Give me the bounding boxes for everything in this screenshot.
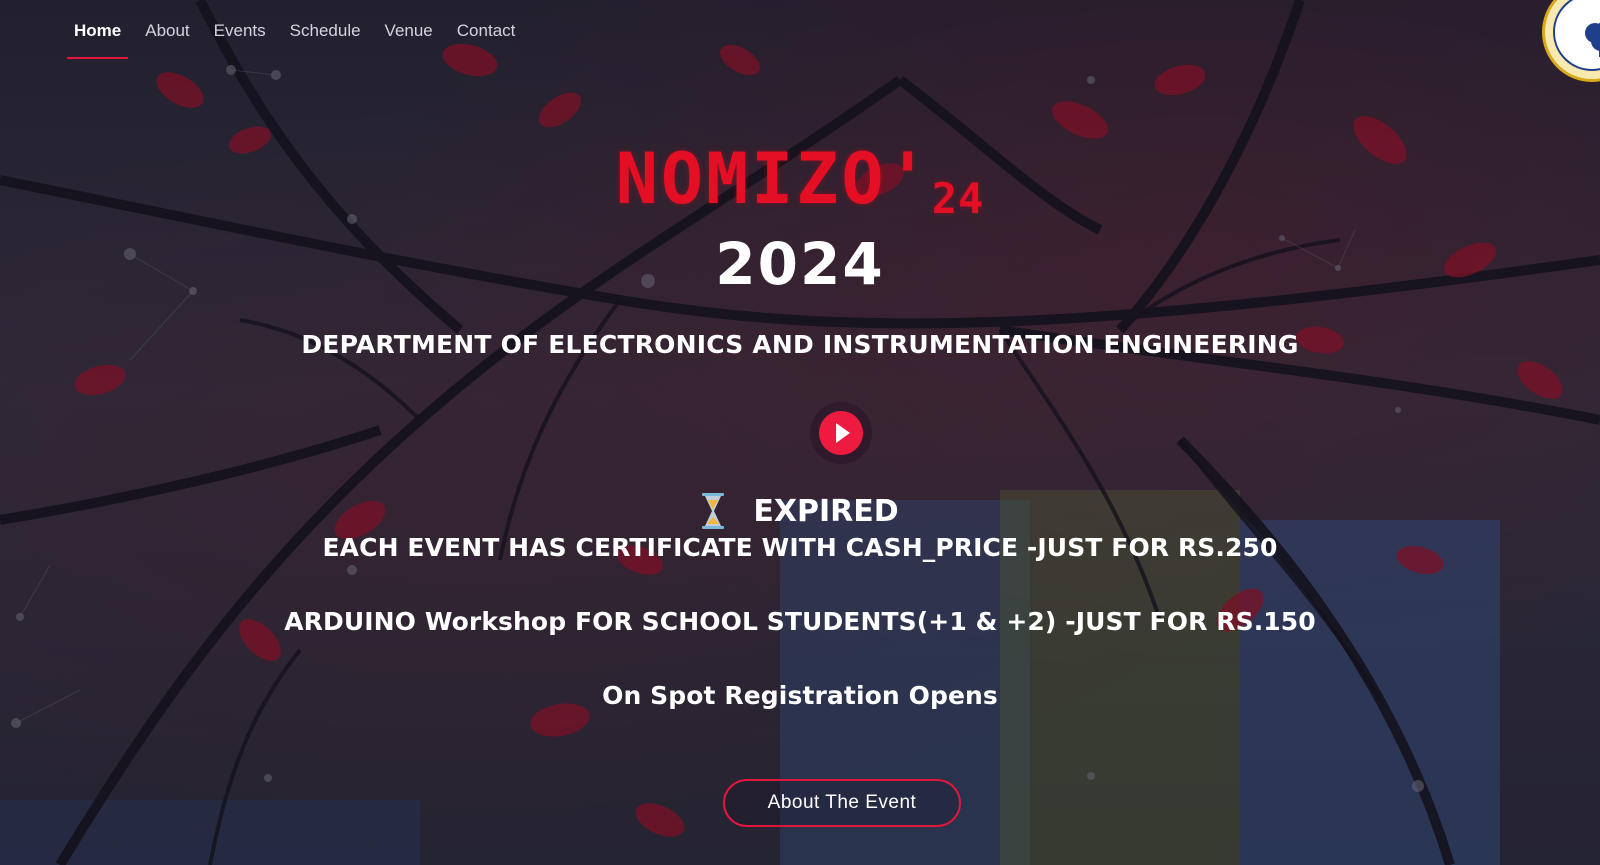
announcement-workshop: ARDUINO Workshop FOR SCHOOL STUDENTS(+1 …: [284, 607, 1316, 636]
nav-item-schedule[interactable]: Schedule: [278, 0, 373, 62]
play-icon[interactable]: [819, 411, 863, 455]
tree-emblem-icon: [1585, 22, 1600, 57]
announcement-registration: On Spot Registration Opens: [602, 681, 998, 710]
dark-overlay: [0, 0, 1600, 865]
about-event-button[interactable]: About The Event: [723, 779, 961, 827]
institute-seal: [1553, 0, 1600, 71]
countdown-status: EXPIRED: [753, 493, 899, 529]
brand-suffix: 24: [931, 174, 985, 223]
event-brand-title: NOMIZO'24: [0, 138, 1600, 223]
countdown: EXPIRED: [0, 492, 1600, 530]
announcement-certificate: EACH EVENT HAS CERTIFICATE WITH CASH_PRI…: [322, 533, 1278, 562]
hourglass-icon: [702, 493, 725, 529]
nav-item-about[interactable]: About: [133, 0, 201, 62]
hero-background: [0, 0, 1600, 865]
brand-name: NOMIZO': [615, 138, 932, 220]
nav-item-events[interactable]: Events: [202, 0, 278, 62]
nav-item-home[interactable]: Home: [62, 0, 133, 62]
nav-item-contact[interactable]: Contact: [445, 0, 528, 62]
event-year: 2024: [715, 230, 885, 298]
nav-item-venue[interactable]: Venue: [373, 0, 445, 62]
main-navigation: Home About Events Schedule Venue Contact: [62, 0, 527, 62]
department-name: DEPARTMENT OF ELECTRONICS AND INSTRUMENT…: [301, 330, 1299, 359]
